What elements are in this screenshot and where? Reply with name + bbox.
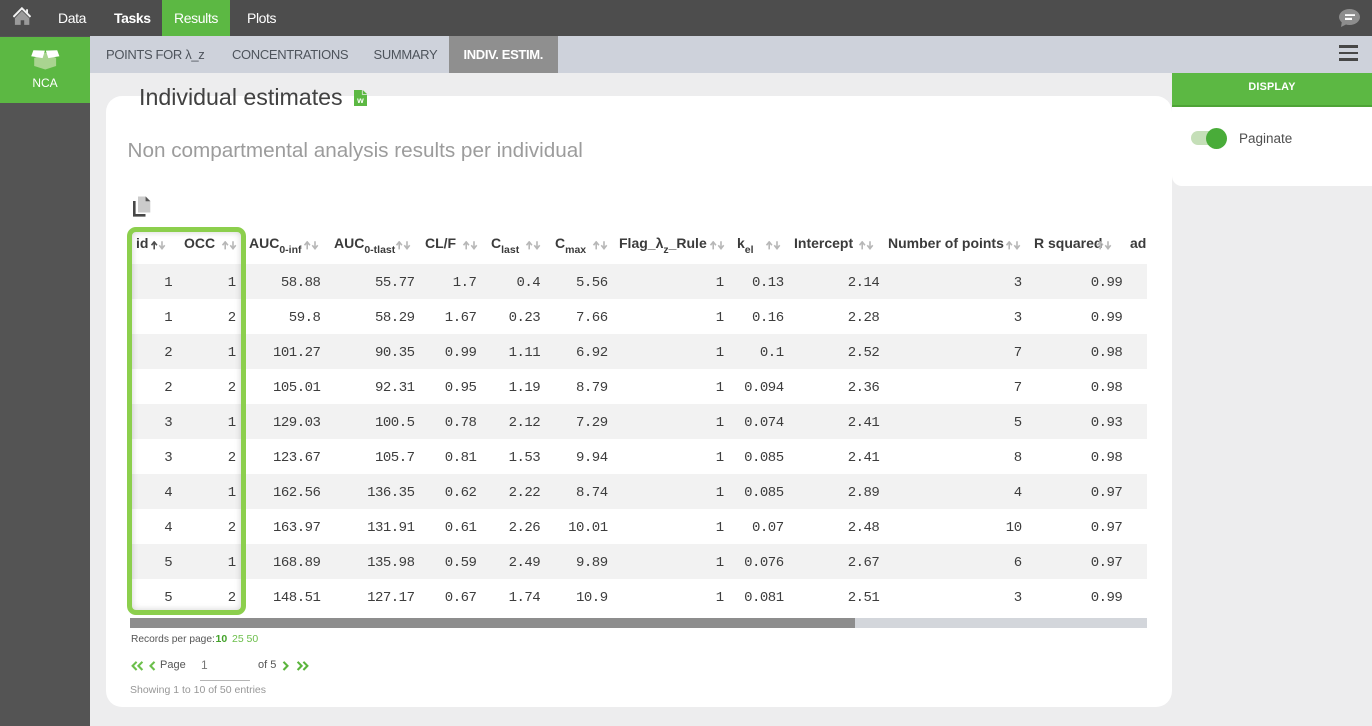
svg-text:w: w [356, 95, 364, 105]
